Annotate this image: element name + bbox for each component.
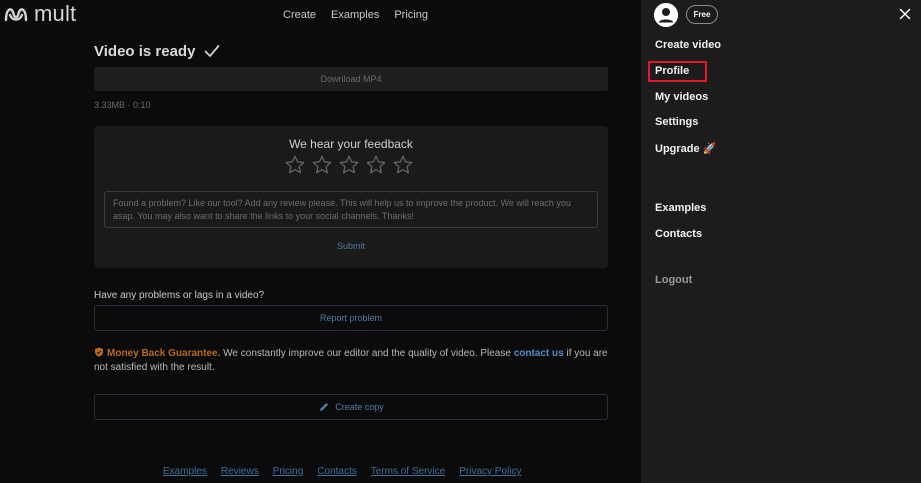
footer-examples[interactable]: Examples [163, 466, 207, 477]
money-back-guarantee: Money Back Guarantee. We constantly impr… [94, 347, 614, 375]
feedback-submit-button[interactable]: Submit [94, 241, 608, 251]
avatar[interactable] [654, 3, 678, 27]
user-icon [654, 3, 678, 27]
create-copy-label: Create copy [335, 402, 384, 412]
plan-badge: Free [686, 5, 718, 24]
footer-reviews[interactable]: Reviews [221, 466, 259, 477]
nav-examples[interactable]: Examples [331, 9, 379, 21]
menu-item-upgrade[interactable]: Upgrade 🚀 [655, 142, 716, 155]
footer-pricing[interactable]: Pricing [273, 466, 304, 477]
logo[interactable]: mult [4, 1, 77, 26]
nav-pricing[interactable]: Pricing [394, 9, 428, 21]
footer-privacy[interactable]: Privacy Policy [459, 466, 521, 477]
footer-links: Examples Reviews Pricing Contacts Terms … [163, 466, 521, 477]
menu-item-create-video[interactable]: Create video [655, 39, 721, 51]
feedback-textarea[interactable]: Found a problem? Like our tool? Add any … [104, 191, 598, 228]
top-nav: Create Examples Pricing [283, 9, 428, 21]
problem-question: Have any problems or lags in a video? [94, 290, 265, 301]
logo-text: mult [34, 1, 77, 26]
star-icon[interactable] [311, 154, 333, 176]
download-mp4-button[interactable]: Download MP4 [94, 67, 608, 91]
star-icon[interactable] [284, 154, 306, 176]
footer-contacts[interactable]: Contacts [317, 466, 356, 477]
pencil-icon [320, 403, 329, 411]
menu-item-profile[interactable]: Profile [655, 65, 689, 77]
footer-terms[interactable]: Terms of Service [371, 466, 445, 477]
contact-us-link[interactable]: contact us [514, 348, 564, 359]
star-icon[interactable] [338, 154, 360, 176]
guarantee-text-before: We constantly improve our editor and the… [220, 348, 514, 359]
create-copy-button[interactable]: Create copy [94, 394, 608, 420]
video-meta: 3.33MB · 0:10 [94, 100, 151, 110]
menu-item-settings[interactable]: Settings [655, 116, 698, 128]
mult-logo-icon [4, 8, 28, 22]
checkmark-icon [203, 42, 221, 60]
page-title: Video is ready [94, 42, 196, 60]
menu-item-my-videos[interactable]: My videos [655, 91, 708, 103]
side-menu-panel: Free Create video Profile My videos Sett… [641, 0, 921, 483]
star-icon[interactable] [392, 154, 414, 176]
report-problem-button[interactable]: Report problem [94, 305, 608, 331]
main-app: mult Create Examples Pricing Video is re… [0, 0, 641, 483]
title-row: Video is ready [94, 42, 221, 60]
close-icon[interactable] [899, 8, 911, 20]
menu-item-logout[interactable]: Logout [655, 274, 692, 286]
feedback-title: We hear your feedback [289, 137, 413, 151]
feedback-card: We hear your feedback Found a problem? L… [94, 126, 608, 268]
menu-item-examples[interactable]: Examples [655, 202, 706, 214]
nav-create[interactable]: Create [283, 9, 316, 21]
shield-icon [95, 347, 103, 357]
star-icon[interactable] [365, 154, 387, 176]
star-rating [284, 154, 414, 176]
menu-item-contacts[interactable]: Contacts [655, 228, 702, 240]
guarantee-label: Money Back Guarantee. [107, 348, 221, 359]
